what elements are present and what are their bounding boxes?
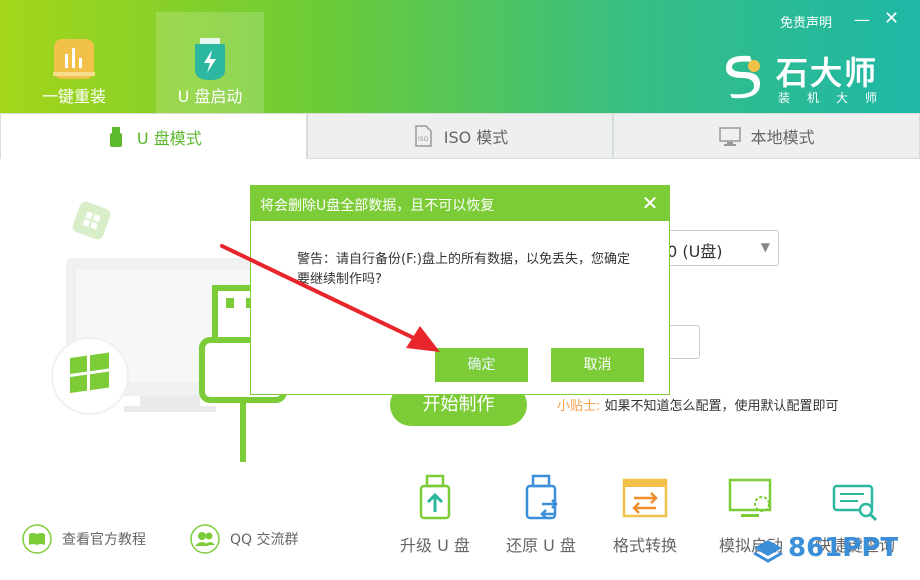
group-icon	[190, 524, 220, 554]
tab-iso-mode[interactable]: ISO ISO 模式	[306, 113, 614, 159]
tool-format-convert[interactable]: 格式转换	[600, 474, 690, 556]
usb-lightning-icon	[195, 38, 225, 80]
format-convert-icon	[622, 478, 668, 518]
book-icon	[22, 524, 52, 554]
usb-icon	[109, 126, 122, 147]
bar-chart-icon	[53, 39, 95, 79]
nav-usb-boot[interactable]: U 盘启动	[156, 12, 264, 113]
close-window-button[interactable]: ✕	[884, 8, 899, 29]
watermark-text: 861PPT	[788, 533, 898, 563]
tab-usb-label: U 盘模式	[136, 128, 202, 148]
mode-tabs: U 盘模式 ISO ISO 模式 本地模式	[0, 113, 920, 159]
tab-local-label: 本地模式	[750, 128, 815, 147]
cancel-button[interactable]: 取消	[551, 348, 644, 382]
site-watermark: 861PPT	[753, 533, 898, 563]
chevron-down-icon: ▼	[760, 240, 770, 254]
keyboard-search-icon	[832, 484, 878, 522]
qq-group-label: QQ 交流群	[230, 532, 299, 548]
tool-upgrade-usb[interactable]: 升级 U 盘	[390, 474, 480, 556]
app-header: 一键重装 U 盘启动 免责声明 — ✕ 石大师 装机大师	[0, 0, 920, 113]
tool-restore-label: 还原 U 盘	[506, 536, 576, 555]
dialog-title: 将会删除U盘全部数据，且不可以恢复	[251, 186, 669, 221]
svg-text:ISO: ISO	[418, 136, 429, 143]
minimize-button[interactable]: —	[854, 10, 870, 29]
tab-local-mode[interactable]: 本地模式	[613, 113, 920, 159]
tip-content: 如果不知道怎么配置，使用默认配置即可	[604, 399, 839, 414]
official-tutorial-label: 查看官方教程	[62, 532, 146, 548]
simulate-boot-icon	[728, 478, 772, 517]
annotation-arrow-icon	[220, 244, 440, 352]
usb-upgrade-icon	[419, 474, 451, 520]
tool-restore-usb[interactable]: 还原 U 盘	[496, 474, 586, 556]
usb-restore-icon	[525, 474, 558, 520]
dialog-close-icon[interactable]: ✕	[637, 190, 663, 216]
nav-one-click-reinstall[interactable]: 一键重装	[20, 12, 128, 113]
device-select-value: .0 (U盘)	[662, 242, 723, 261]
tip-text: 小贴士: 如果不知道怎么配置，使用默认配置即可	[557, 395, 839, 414]
tab-iso-label: ISO 模式	[443, 128, 509, 147]
brand-logo-icon	[726, 55, 760, 99]
iso-file-icon: ISO	[414, 125, 432, 147]
nav-two-label: U 盘启动	[177, 87, 243, 106]
disclaimer-link[interactable]: 免责声明	[780, 12, 832, 31]
tip-label: 小贴士:	[557, 399, 601, 414]
brand-name: 石大师	[776, 54, 879, 92]
option-box[interactable]	[665, 325, 700, 359]
nav-one-label: 一键重装	[41, 87, 106, 106]
official-tutorial-link[interactable]: 查看官方教程	[22, 524, 146, 554]
qq-group-link[interactable]: QQ 交流群	[190, 524, 299, 554]
brand-subtitle: 装机大师	[778, 91, 895, 105]
tool-upgrade-label: 升级 U 盘	[400, 536, 470, 555]
tool-format-label: 格式转换	[612, 536, 677, 555]
tab-usb-mode[interactable]: U 盘模式	[0, 113, 307, 159]
monitor-icon	[718, 127, 741, 146]
